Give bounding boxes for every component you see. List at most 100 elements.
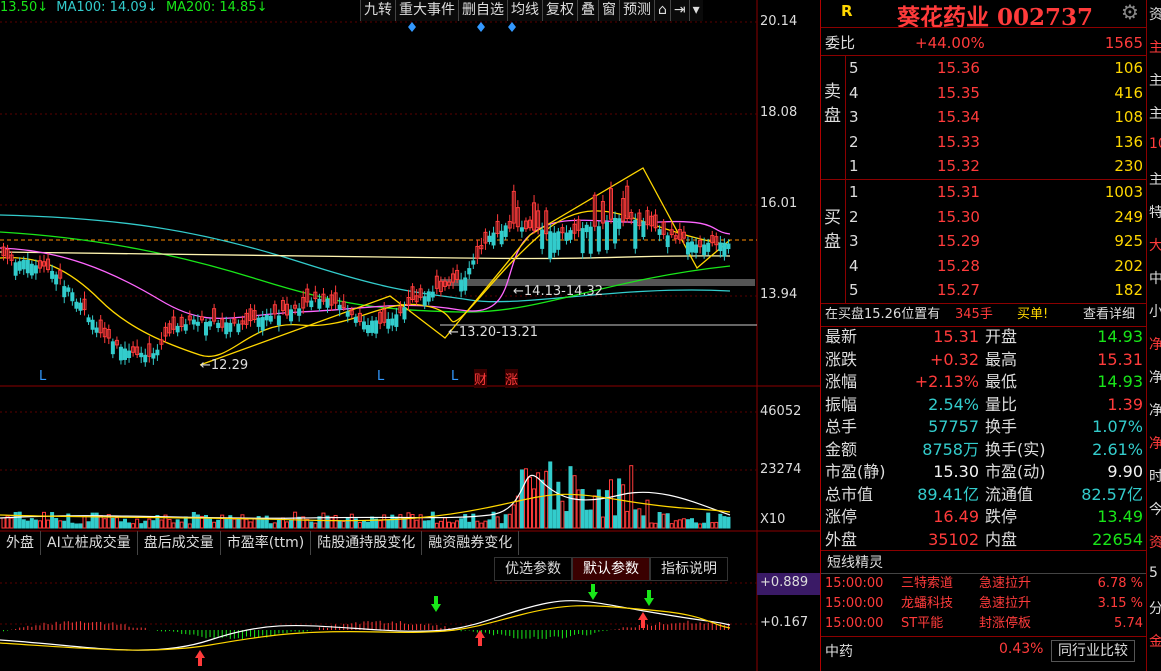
- buy-arrow-icon: [475, 630, 485, 646]
- sell-row[interactable]: 1 15.32 230: [821, 154, 1147, 178]
- stat-value: 2.54%: [928, 394, 979, 414]
- marker-rise[interactable]: 涨: [505, 369, 519, 388]
- view-detail-link[interactable]: 查看详细: [1083, 303, 1135, 327]
- sell-arrow-icon: [644, 590, 654, 606]
- tab-margin-trading[interactable]: 融资融券变化: [422, 531, 520, 555]
- sector-name[interactable]: 中药: [825, 641, 853, 661]
- overlay-button[interactable]: 叠: [577, 0, 598, 21]
- volume-bar: [224, 517, 229, 529]
- ma-long-line: [0, 251, 731, 260]
- volume-bar: [1, 517, 6, 529]
- stat-row: 市盈(静) 15.30 市盈(动) 9.90: [821, 461, 1147, 485]
- stat-label: 金额: [825, 439, 858, 459]
- edge-label: 资: [1149, 4, 1161, 24]
- exit-icon[interactable]: ⇥: [669, 0, 689, 21]
- stat-value: 16.49: [933, 507, 979, 526]
- low-value: 12.29: [210, 358, 249, 373]
- st-time: 15:00:00: [825, 616, 884, 631]
- buy-row[interactable]: 3 15.29 925: [821, 229, 1147, 253]
- tab-northbound-holdings[interactable]: 陆股通持股变化: [311, 531, 423, 555]
- marker-l[interactable]: L: [39, 369, 46, 384]
- volume-bar: [507, 513, 512, 529]
- short-term-row[interactable]: 15:00:00 ST平能 封涨停板 5.74: [821, 614, 1147, 638]
- kline-chart-area[interactable]: 13.50↓ MA100: 14.09↓ MA200: 14.85↓ 九转 重大…: [0, 0, 820, 671]
- major-events-button[interactable]: 重大事件: [395, 0, 458, 21]
- stat-label: 流通值: [985, 484, 1034, 504]
- volume-bar: [568, 466, 573, 529]
- sell-price: 15.32: [937, 157, 980, 175]
- volume-bar: [479, 522, 484, 529]
- sell-row[interactable]: 5 15.36 106: [821, 56, 1147, 80]
- buy-level: 1: [849, 183, 859, 201]
- quote-panel: R 葵花药业 002737 ⚙ 委比 +44.00% 1565 卖盘 买盘 在买…: [820, 0, 1147, 671]
- volume-bar: [252, 518, 257, 529]
- tab-after-hours-volume[interactable]: 盘后成交量: [138, 531, 221, 555]
- volume-bar: [187, 523, 192, 529]
- volume-bar: [499, 523, 504, 529]
- tab-ai-volume[interactable]: AI立桩成交量: [41, 531, 138, 555]
- buy-row[interactable]: 1 15.31 1003: [821, 180, 1147, 204]
- volume-bar: [357, 522, 362, 529]
- stat-label: 换手: [985, 417, 1018, 436]
- volume-bar: [171, 522, 176, 529]
- tab-outer-disk[interactable]: 外盘: [0, 531, 41, 555]
- edge-label: 5: [1149, 565, 1158, 581]
- volume-bar: [244, 518, 249, 529]
- volume-bar: [519, 469, 524, 529]
- lock-icon[interactable]: ⌂: [654, 0, 670, 21]
- volume-bar: [694, 522, 699, 529]
- volume-bar: [532, 488, 537, 529]
- marker-l[interactable]: L: [451, 369, 458, 384]
- stat-label: 涨停: [825, 507, 858, 526]
- event-diamond-icon: [477, 22, 485, 32]
- volume-bar: [139, 523, 144, 529]
- sell-row[interactable]: 3 15.34 108: [821, 105, 1147, 129]
- stat-value: +0.32: [929, 349, 979, 369]
- industry-compare-button[interactable]: 同行业比较: [1051, 640, 1135, 662]
- volume-bar: [232, 518, 237, 529]
- buy-price: 15.31: [937, 183, 980, 201]
- stat-value: 2.61%: [1092, 439, 1143, 459]
- buy-row[interactable]: 4 15.28 202: [821, 254, 1147, 278]
- marker-finance[interactable]: 财: [474, 369, 488, 388]
- volume-tick: 46052: [760, 404, 802, 419]
- buy-level: 3: [849, 232, 859, 250]
- volume-bar: [341, 520, 346, 529]
- stat-row: 总市值 89.41亿 流通值 82.57亿: [821, 484, 1147, 508]
- volume-bar: [398, 514, 403, 529]
- tab-default-params[interactable]: 默认参数: [572, 557, 650, 581]
- volume-bar: [438, 520, 443, 529]
- tab-indicator-help[interactable]: 指标说明: [650, 557, 728, 581]
- stat-label: 内盘: [985, 529, 1018, 549]
- volume-bar: [58, 520, 63, 529]
- marker-l[interactable]: L: [377, 369, 384, 384]
- volume-bar: [572, 475, 577, 529]
- stat-value: 14.93: [1097, 372, 1143, 391]
- remove-watchlist-button[interactable]: 删自选: [458, 0, 507, 21]
- jiuzhuan-button[interactable]: 九转: [360, 0, 395, 21]
- st-time: 15:00:00: [825, 596, 884, 611]
- tab-optimal-params[interactable]: 优选参数: [494, 557, 572, 581]
- sell-row[interactable]: 4 15.35 416: [821, 81, 1147, 105]
- volume-bar: [9, 517, 14, 529]
- gear-icon[interactable]: ⚙: [1121, 0, 1139, 24]
- sell-level: 2: [849, 132, 859, 151]
- volume-bar: [613, 515, 618, 529]
- ma-button[interactable]: 均线: [507, 0, 542, 21]
- window-button[interactable]: 窗: [598, 0, 619, 21]
- buy-volume: 249: [1114, 207, 1143, 226]
- buy-row[interactable]: 2 15.30 249: [821, 205, 1147, 229]
- sell-row[interactable]: 2 15.33 136: [821, 130, 1147, 154]
- volume-bar: [402, 518, 407, 529]
- stat-label: 总市值: [825, 484, 874, 504]
- ma-mid-line: [0, 219, 731, 320]
- buy-row[interactable]: 5 15.27 182: [821, 278, 1147, 302]
- tab-pe-ttm[interactable]: 市盈率(ttm): [221, 531, 312, 555]
- dropdown-icon[interactable]: ▾: [688, 0, 703, 21]
- volume-bar: [406, 512, 411, 529]
- adjust-button[interactable]: 复权: [542, 0, 577, 21]
- stat-label: 换手(实): [985, 439, 1046, 459]
- stat-row: 最新 15.31 开盘 14.93: [821, 326, 1147, 350]
- volume-bar: [556, 481, 561, 529]
- forecast-button[interactable]: 预测: [619, 0, 654, 21]
